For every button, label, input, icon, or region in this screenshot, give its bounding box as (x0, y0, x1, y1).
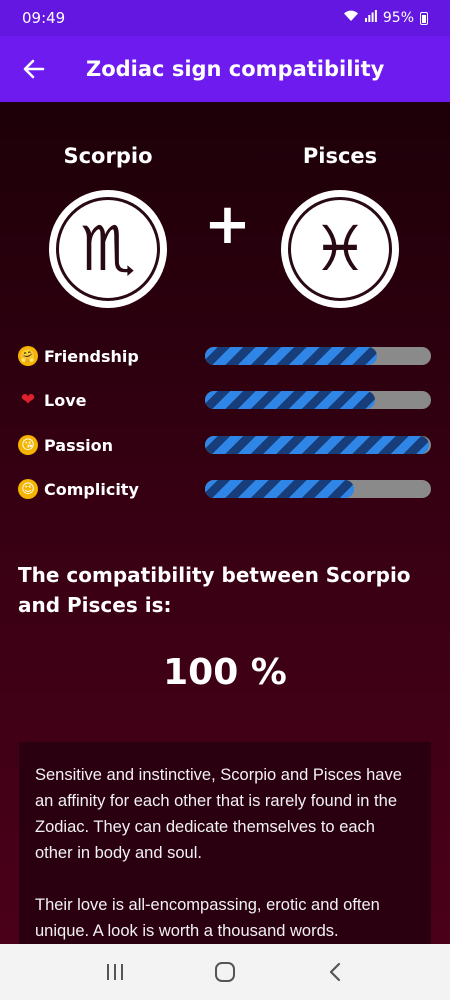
status-time: 09:49 (22, 9, 66, 27)
meter-track (205, 347, 431, 365)
meter-label-text: Passion (44, 435, 114, 455)
signal-icon (364, 10, 377, 26)
status-bar: 09:49 95% (0, 0, 450, 36)
kissing-face-icon: 😘 (18, 435, 38, 455)
description-paragraph-2: Their love is all-encompassing, erotic a… (35, 896, 380, 940)
sign-left-name: Scorpio (63, 144, 153, 168)
battery-icon (420, 11, 428, 25)
home-icon (215, 962, 235, 982)
pisces-icon: ♓ (288, 197, 392, 301)
pisces-sign-badge: ♓ (281, 190, 399, 308)
arrow-left-icon (23, 59, 45, 79)
meter-fill (205, 436, 429, 454)
meter-fill (205, 480, 355, 498)
recents-button[interactable] (95, 952, 135, 992)
compatibility-heading: The compatibility between Scorpio and Pi… (18, 563, 411, 617)
recents-icon (107, 964, 123, 980)
page-title: Zodiac sign compatibility (86, 57, 385, 81)
status-icons: 95% (343, 10, 428, 26)
meter-label: ❤ Love (18, 390, 205, 410)
meter-fill (205, 391, 375, 409)
meter-label: 😉 Complicity (18, 479, 205, 499)
meter-complicity: 😉 Complicity (18, 477, 432, 501)
plus-icon: + (204, 192, 251, 257)
meter-passion: 😘 Passion (18, 433, 432, 457)
meter-label: 😘 Passion (18, 435, 205, 455)
meter-label-text: Love (44, 390, 87, 410)
meter-friendship: 🤗 Friendship (18, 344, 432, 368)
meter-label-text: Complicity (44, 479, 139, 499)
meter-fill (205, 347, 377, 365)
compatibility-value: 100 % (163, 652, 287, 693)
back-button[interactable] (22, 57, 46, 81)
wifi-icon (343, 10, 359, 26)
hugging-face-icon: 🤗 (18, 346, 38, 366)
scorpio-icon: ♏ (56, 197, 160, 301)
meter-track (205, 436, 431, 454)
battery-percent: 95% (382, 10, 414, 26)
back-chevron-icon (329, 962, 341, 982)
main-content: Scorpio Pisces ♏ + ♓ 🤗 Friendship ❤ Love… (0, 102, 450, 944)
system-back-button[interactable] (315, 952, 355, 992)
system-nav-bar (0, 944, 450, 1000)
description-box: Sensitive and instinctive, Scorpio and P… (19, 742, 431, 944)
meter-track (205, 480, 431, 498)
heart-icon: ❤ (20, 390, 36, 410)
description-paragraph-1: Sensitive and instinctive, Scorpio and P… (35, 766, 402, 862)
app-bar: Zodiac sign compatibility (0, 36, 450, 102)
meter-label: 🤗 Friendship (18, 346, 205, 366)
scorpio-sign-badge: ♏ (49, 190, 167, 308)
meter-love: ❤ Love (18, 388, 432, 412)
meter-track (205, 391, 431, 409)
sign-right-name: Pisces (302, 144, 378, 168)
home-button[interactable] (205, 952, 245, 992)
winking-face-icon: 😉 (18, 479, 38, 499)
meter-label-text: Friendship (44, 346, 139, 366)
